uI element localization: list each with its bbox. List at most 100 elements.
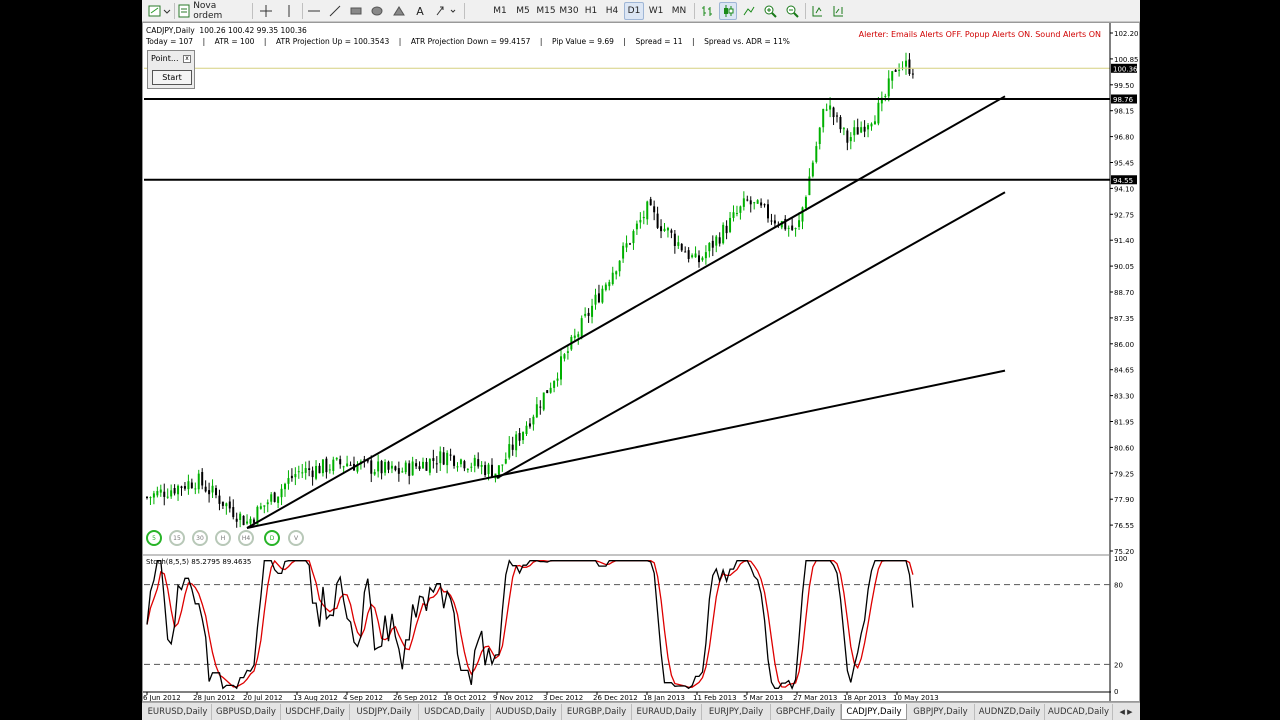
candle-body — [894, 69, 897, 72]
candle-body — [694, 253, 697, 258]
candle-body — [473, 457, 476, 466]
timeframe-h1[interactable]: H1 — [581, 2, 601, 20]
candle-body — [708, 242, 711, 252]
timeframe-h4[interactable]: H4 — [602, 2, 622, 20]
close-icon[interactable]: x — [183, 55, 191, 63]
candle-body — [477, 459, 480, 467]
line-chart-button[interactable] — [740, 2, 758, 20]
timeframe-w1[interactable]: W1 — [646, 2, 666, 20]
candle-body — [384, 462, 387, 473]
candle-body — [856, 127, 859, 135]
tab-cadjpy[interactable]: CADJPY,Daily — [841, 704, 907, 720]
tab-usdjpy[interactable]: USDJPY,Daily — [350, 704, 419, 720]
candle-body — [277, 496, 280, 503]
candle-body — [680, 244, 683, 251]
price-label: 95.45 — [1114, 160, 1134, 168]
timeframe-m15[interactable]: M15 — [535, 2, 557, 20]
tf-button-v[interactable]: V — [288, 530, 304, 546]
timeframe-label: H1 — [584, 6, 598, 16]
zoom-in-button[interactable] — [761, 2, 779, 20]
tab-gbpchf[interactable]: GBPCHF,Daily — [771, 704, 841, 720]
tab-eurusd[interactable]: EURUSD,Daily — [144, 704, 212, 720]
candle-body — [152, 493, 155, 498]
candlestick-button[interactable] — [719, 2, 737, 20]
candle-body — [401, 471, 404, 473]
candle-body — [787, 227, 790, 229]
bar-chart-button[interactable] — [698, 2, 716, 20]
price-label: 88.70 — [1114, 289, 1134, 297]
tab-gbpjpy[interactable]: GBPJPY,Daily — [907, 704, 975, 720]
candle-body — [584, 313, 587, 316]
timeframe-m1[interactable]: M1 — [490, 2, 510, 20]
tab-eurgbp[interactable]: EURGBP,Daily — [562, 704, 632, 720]
trendline-button[interactable] — [326, 2, 344, 20]
text-tool-button[interactable]: A — [410, 2, 430, 20]
timeframe-m30[interactable]: M30 — [558, 2, 580, 20]
zoom-out-button[interactable] — [783, 2, 801, 20]
tab-scroll-arrows[interactable]: ◀ ▶ — [1115, 704, 1137, 720]
candle-body — [825, 109, 828, 111]
tab-gbpusd[interactable]: GBPUSD,Daily — [212, 704, 281, 720]
candle-body — [632, 231, 635, 244]
tab-usdchf[interactable]: USDCHF,Daily — [281, 704, 350, 720]
candle-body — [725, 225, 728, 234]
start-button[interactable]: Start — [152, 70, 192, 85]
new-order-button[interactable]: Nova ordem — [177, 1, 245, 21]
candle-body — [715, 236, 718, 246]
candle-body — [704, 252, 707, 259]
candle-body — [560, 356, 562, 380]
rectangle-button[interactable] — [347, 2, 365, 20]
tab-usdcad[interactable]: USDCAD,Daily — [419, 704, 491, 720]
candle-body — [580, 318, 583, 337]
tf-button-h[interactable]: H — [215, 530, 231, 546]
candle-body — [449, 454, 452, 456]
timeframe-d1[interactable]: D1 — [624, 2, 644, 20]
candle-body — [525, 425, 528, 434]
candle-body — [666, 227, 669, 231]
triangle-button[interactable] — [390, 2, 408, 20]
candle-body — [625, 243, 628, 248]
candle-body — [887, 78, 890, 97]
chart-canvas[interactable]: 102.20 100.85 99.50 98.15 96.80 95.45 94.10 92.… — [143, 23, 1139, 701]
timeframe-mn[interactable]: MN — [668, 2, 690, 20]
metatrader-window: Nova ordem A M1 M5 M15 M30 H1 H4 D1 W1 M… — [142, 0, 1140, 720]
tf-button-h4[interactable]: H4 — [238, 530, 254, 546]
tf-button-5[interactable]: 5 — [146, 530, 162, 546]
tab-audnzd[interactable]: AUDNZD,Daily — [975, 704, 1045, 720]
candle-body — [794, 228, 797, 230]
tf-button-30[interactable]: 30 — [192, 530, 208, 546]
price-label: 98.15 — [1114, 108, 1134, 116]
new-chart-button[interactable] — [146, 2, 172, 20]
candle-body — [177, 485, 180, 495]
chart-shift-button[interactable] — [829, 2, 847, 20]
crosshair-button[interactable] — [255, 2, 277, 20]
arrows-tool-button[interactable] — [432, 2, 460, 20]
tab-euraud[interactable]: EURAUD,Daily — [632, 704, 702, 720]
ellipse-icon — [371, 6, 383, 16]
candle-body — [187, 481, 190, 490]
chart-window[interactable]: 102.20 100.85 99.50 98.15 96.80 95.45 94.10 92.… — [142, 22, 1140, 702]
candle-body — [249, 518, 252, 524]
candle-body — [742, 198, 745, 207]
tf-button-d[interactable]: D — [264, 530, 280, 546]
candle-body — [290, 475, 293, 479]
price-label: 100.85 — [1114, 56, 1139, 64]
horizontal-line-button[interactable] — [305, 2, 323, 20]
tf-button-15[interactable]: 15 — [169, 530, 185, 546]
ellipse-button[interactable] — [368, 2, 386, 20]
timeframe-label: H4 — [605, 6, 619, 16]
candle-body — [346, 463, 349, 467]
candle-body — [246, 521, 249, 524]
tab-eurjpy[interactable]: EURJPY,Daily — [702, 704, 771, 720]
candle-body — [563, 354, 566, 359]
timeframe-label: MN — [671, 6, 687, 16]
vertical-line-button[interactable] — [280, 2, 298, 20]
date-label: 28 Jun 2012 — [193, 694, 235, 701]
timeframe-m5[interactable]: M5 — [513, 2, 533, 20]
trendline — [496, 191, 1006, 479]
tab-audcad[interactable]: AUDCAD,Daily — [1045, 704, 1113, 720]
auto-scroll-button[interactable] — [808, 2, 826, 20]
tab-audusd[interactable]: AUDUSD,Daily — [491, 704, 562, 720]
date-label: 26 Sep 2012 — [393, 694, 437, 701]
candle-body — [711, 240, 714, 248]
